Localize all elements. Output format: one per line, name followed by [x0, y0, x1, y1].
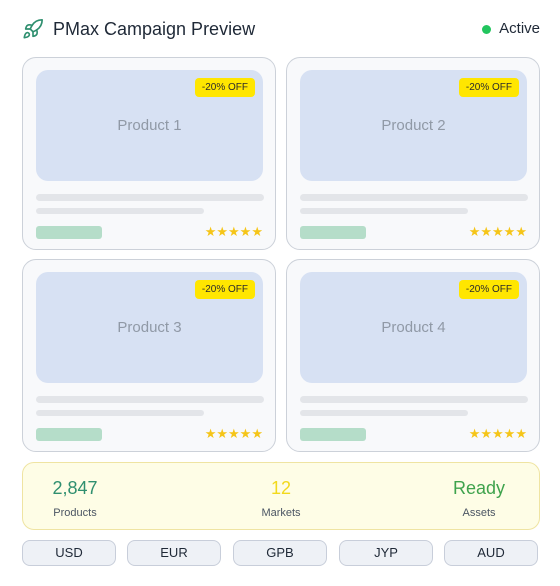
discount-badge: -20% OFF [194, 78, 255, 97]
status-dot-icon [482, 24, 492, 34]
product-card[interactable]: Product 1 -20% OFF ★★★★★ [22, 57, 276, 250]
stat-markets: 12 Markets [221, 477, 341, 521]
discount-badge: -20% OFF [194, 280, 255, 299]
product-image: Product 3 -20% OFF [36, 272, 263, 383]
product-name: Product 4 [381, 319, 446, 336]
price-placeholder [300, 226, 366, 239]
product-image: Product 4 -20% OFF [300, 272, 527, 383]
star-rating-icon: ★★★★★ [204, 224, 263, 239]
price-placeholder [300, 428, 366, 441]
star-rating-icon: ★★★★★ [204, 426, 263, 441]
stat-value: 12 [270, 478, 292, 498]
stat-label: Markets [261, 507, 301, 519]
price-placeholder [36, 226, 102, 239]
product-name: Product 1 [117, 117, 182, 134]
price-placeholder [36, 428, 102, 441]
stat-value: 2,847 [52, 478, 98, 498]
product-name: Product 3 [117, 319, 182, 336]
product-card[interactable]: Product 2 -20% OFF ★★★★★ [286, 57, 540, 250]
status-indicator: Active [482, 19, 540, 39]
title-placeholder [300, 396, 528, 403]
subtitle-placeholder [300, 410, 468, 416]
currency-button-aud[interactable]: AUD [444, 540, 538, 566]
stat-value: Ready [452, 478, 506, 498]
product-card[interactable]: Product 3 -20% OFF ★★★★★ [22, 259, 276, 452]
star-rating-icon: ★★★★★ [468, 224, 527, 239]
rocket-icon [23, 19, 43, 39]
title-placeholder [36, 396, 264, 403]
subtitle-placeholder [36, 208, 204, 214]
product-image: Product 2 -20% OFF [300, 70, 527, 181]
header: PMax Campaign Preview Active [0, 0, 560, 58]
currency-button-eur[interactable]: EUR [127, 540, 221, 566]
stat-assets: Ready Assets [419, 477, 539, 521]
title-placeholder [36, 194, 264, 201]
stat-products: 2,847 Products [15, 477, 135, 521]
product-card[interactable]: Product 4 -20% OFF ★★★★★ [286, 259, 540, 452]
stat-label: Products [53, 507, 97, 519]
discount-badge: -20% OFF [458, 78, 519, 97]
subtitle-placeholder [36, 410, 204, 416]
currency-button-usd[interactable]: USD [22, 540, 116, 566]
status-label: Active [499, 20, 540, 37]
star-rating-icon: ★★★★★ [468, 426, 527, 441]
stat-label: Assets [462, 507, 496, 519]
title-placeholder [300, 194, 528, 201]
subtitle-placeholder [300, 208, 468, 214]
page-title: PMax Campaign Preview [53, 19, 256, 39]
product-name: Product 2 [381, 117, 446, 134]
currency-button-jyp[interactable]: JYP [339, 540, 433, 566]
discount-badge: -20% OFF [458, 280, 519, 299]
currency-button-gpb[interactable]: GPB [233, 540, 327, 566]
product-image: Product 1 -20% OFF [36, 70, 263, 181]
stats-panel: 2,847 Products 12 Markets Ready Assets [22, 462, 540, 530]
